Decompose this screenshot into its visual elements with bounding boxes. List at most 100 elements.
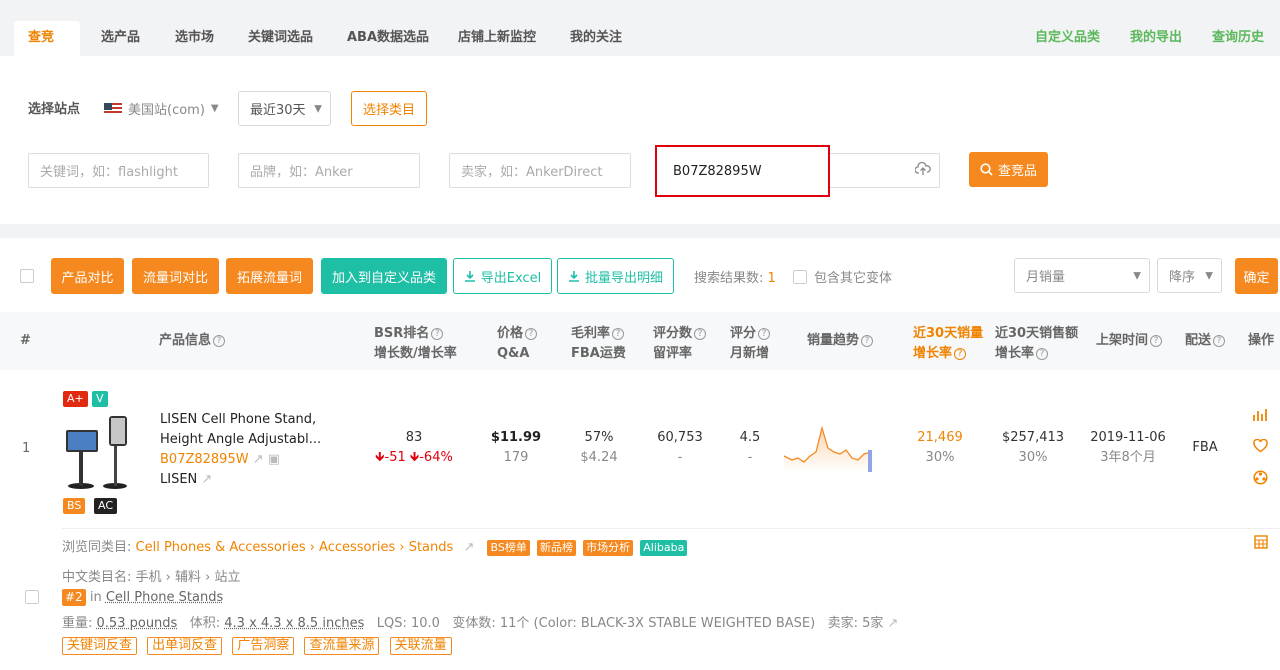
chevron-down-icon: ▼	[210, 103, 219, 114]
table-icon[interactable]	[1254, 535, 1268, 553]
related-traffic-tag[interactable]: 关联流量	[389, 637, 452, 655]
sales-cell: 21,469 30%	[905, 428, 975, 468]
search-button[interactable]: 查竞品	[969, 152, 1048, 187]
rank-badge: #2	[62, 589, 86, 606]
include-variants-option[interactable]: 包含其它变体	[793, 267, 892, 286]
expand-traffic-word-button[interactable]: 拓展流量词	[226, 258, 313, 294]
v-badge: V	[92, 391, 108, 407]
tab-aba-select[interactable]: ABA数据选品	[333, 21, 443, 56]
query-history-link[interactable]: 查询历史	[1212, 21, 1264, 55]
market-analysis-tag[interactable]: 市场分析	[583, 540, 634, 556]
sort-field-select[interactable]: 月销量 ▼	[1014, 258, 1150, 293]
comment-icon[interactable]: ▣	[268, 452, 280, 467]
traffic-word-compare-button[interactable]: 流量词对比	[132, 258, 219, 294]
share-icon[interactable]: ↗	[201, 472, 212, 487]
col-delivery[interactable]: 配送?	[1185, 331, 1226, 351]
asin-input[interactable]: B07Z82895W	[655, 145, 830, 197]
question-icon[interactable]: ?	[758, 327, 771, 340]
col-reviews-sub: 留评率	[653, 346, 693, 361]
rank-category-link[interactable]: Cell Phone Stands	[106, 590, 223, 605]
ac-badge: AC	[94, 498, 118, 514]
tab-shop-monitor[interactable]: 店铺上新监控	[444, 21, 550, 56]
alibaba-tag[interactable]: Alibaba	[640, 540, 688, 556]
question-icon[interactable]: ?	[1150, 334, 1163, 347]
ad-insight-tag[interactable]: 广告洞察	[232, 637, 295, 655]
heart-icon[interactable]	[1253, 438, 1268, 457]
tab-select-market[interactable]: 选市场	[161, 21, 228, 56]
question-icon[interactable]: ?	[694, 327, 707, 340]
new-list-tag[interactable]: 新品榜	[536, 540, 576, 556]
seller-input[interactable]: 卖家，如：AnkerDirect	[449, 153, 631, 188]
question-icon[interactable]: ?	[213, 334, 226, 347]
col-margin[interactable]: 毛利率? FBA运费	[571, 324, 626, 364]
result-count-value: 1	[767, 271, 776, 286]
my-export-link[interactable]: 我的导出	[1130, 21, 1182, 55]
rating-value: 4.5	[739, 430, 761, 445]
cn-category: 中文类目名: 手机 › 辅料 › 站立	[62, 570, 241, 585]
col-reviews[interactable]: 评分数? 留评率	[653, 324, 707, 364]
bar-chart-icon[interactable]	[1253, 408, 1268, 426]
batch-export-button[interactable]: 批量导出明细	[557, 258, 674, 294]
export-excel-button[interactable]: 导出Excel	[453, 258, 552, 294]
order-word-reverse-tag[interactable]: 出单词反查	[147, 637, 223, 655]
keyword-reverse-tag[interactable]: 关键词反查	[62, 637, 138, 655]
margin-cell: 57% $4.24	[569, 428, 629, 468]
weight-label: 重量:	[62, 616, 93, 631]
col-sales[interactable]: 近30天销量 增长率?	[913, 324, 983, 364]
tab-my-follow[interactable]: 我的关注	[556, 21, 636, 56]
product-title[interactable]: LISEN Cell Phone Stand, Height Angle Adju…	[160, 410, 335, 450]
col-rating[interactable]: 评分? 月新增	[730, 324, 771, 364]
col-trend[interactable]: 销量趋势?	[807, 331, 874, 351]
brand-link[interactable]: LISEN	[160, 472, 197, 487]
tab-select-product[interactable]: 选产品	[87, 21, 154, 56]
select-all-checkbox[interactable]	[20, 269, 34, 283]
price-cell: $11.99 179	[486, 428, 546, 468]
question-icon[interactable]: ?	[525, 327, 538, 340]
site-selector[interactable]: 美国站(com) ▼	[104, 99, 219, 118]
col-revenue-sub: 增长率	[995, 346, 1035, 361]
search-icon	[980, 163, 993, 176]
tab-keyword-select[interactable]: 关键词选品	[234, 21, 327, 56]
volume-value: 4.3 x 4.3 x 8.5 inches	[224, 616, 365, 631]
variants-value: 变体数: 11个 (Color: BLACK-3X STABLE WEIGHTE…	[452, 616, 816, 631]
col-revenue[interactable]: 近30天销售额 增长率?	[995, 324, 1078, 364]
col-price[interactable]: 价格? Q&A	[497, 324, 538, 364]
col-listed[interactable]: 上架时间?	[1096, 331, 1163, 351]
spec-row: 重量: 0.53 pounds 体积: 4.3 x 4.3 x 8.5 inch…	[62, 612, 898, 631]
share-icon[interactable]: ↗	[888, 616, 899, 631]
brand-input[interactable]: 品牌，如：Anker	[238, 153, 420, 188]
upload-icon[interactable]	[914, 161, 931, 180]
question-icon[interactable]: ?	[1213, 334, 1226, 347]
sort-order-select[interactable]: 降序 ▼	[1157, 258, 1222, 293]
share-icon[interactable]: ↗	[253, 452, 264, 467]
col-bsr[interactable]: BSR排名? 增长数/增长率	[374, 324, 457, 364]
confirm-button[interactable]: 确定	[1235, 258, 1278, 294]
select-category-button[interactable]: 选择类目	[351, 91, 427, 126]
include-variants-checkbox[interactable]	[793, 269, 807, 284]
add-to-custom-category-button[interactable]: 加入到自定义品类	[321, 258, 447, 294]
question-icon[interactable]: ?	[612, 327, 625, 340]
sales-trend-sparkline[interactable]	[782, 426, 874, 474]
keyword-input[interactable]: 关键词，如：flashlight	[28, 153, 209, 188]
upload-area[interactable]	[830, 153, 940, 188]
share-icon[interactable]: ↗	[463, 540, 474, 555]
category-path-link[interactable]: Cell Phones & Accessories › Accessories …	[136, 540, 454, 555]
col-product[interactable]: 产品信息?	[159, 331, 226, 351]
row-checkbox[interactable]	[25, 590, 39, 604]
question-icon[interactable]: ?	[954, 347, 967, 360]
product-compare-button[interactable]: 产品对比	[51, 258, 124, 294]
listed-date-value: 2019-11-06	[1090, 430, 1166, 445]
traffic-source-tag[interactable]: 查流量来源	[304, 637, 380, 655]
question-icon[interactable]: ?	[1036, 347, 1049, 360]
custom-category-link[interactable]: 自定义品类	[1035, 21, 1100, 55]
bs-list-tag[interactable]: BS榜单	[487, 540, 530, 556]
question-icon[interactable]: ?	[431, 327, 444, 340]
sellers-value[interactable]: 卖家: 5家	[828, 616, 884, 631]
asin-link[interactable]: B07Z82895W	[160, 452, 249, 467]
product-image[interactable]	[63, 414, 137, 492]
tab-competitor[interactable]: 查竞品	[14, 21, 80, 79]
target-icon[interactable]	[1253, 470, 1268, 489]
lqs-value: LQS: 10.0	[376, 616, 440, 631]
period-select[interactable]: 最近30天 ▼	[238, 91, 331, 126]
question-icon[interactable]: ?	[861, 334, 874, 347]
